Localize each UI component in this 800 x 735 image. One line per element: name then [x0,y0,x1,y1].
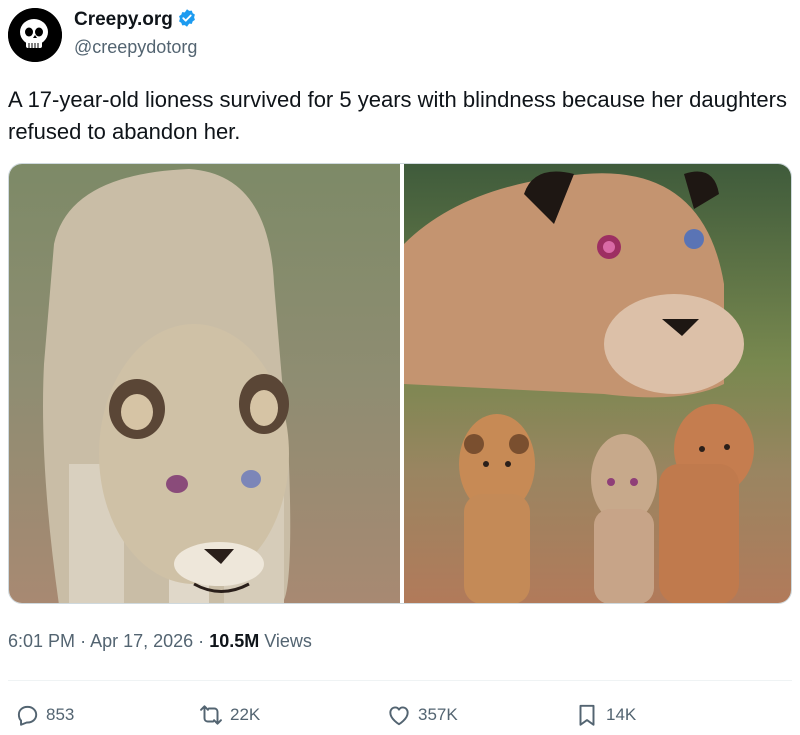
author-handle[interactable]: @creepydotorg [74,36,197,58]
repost-icon [200,705,222,725]
divider [8,680,792,681]
tweet-date[interactable]: Apr 17, 2026 [90,631,193,651]
repost-button[interactable]: 22K [198,700,260,730]
tweet-time[interactable]: 6:01 PM [8,631,75,651]
tweet-text: A 17-year-old lioness survived for 5 yea… [8,87,787,144]
reply-count: 853 [46,705,75,724]
bookmark-count: 14K [606,705,637,724]
like-button[interactable]: 357K [386,700,458,730]
lion-left [459,414,535,603]
author-name-row[interactable]: Creepy.org [74,8,197,31]
repost-count: 22K [230,705,261,724]
like-icon [389,706,409,726]
lion-middle [591,434,657,603]
like-count: 357K [418,705,458,724]
skull-icon [8,8,62,62]
verified-badge-icon [178,9,195,27]
meta-separator: · [198,631,205,651]
views-label: Views [264,631,312,651]
avatar[interactable] [8,8,62,62]
bookmark-button[interactable]: 14K [574,700,636,730]
tweet-meta: 6:01 PM · Apr 17, 2026 · 10.5M Views [8,628,312,654]
lioness-closeup-photo[interactable] [9,164,400,603]
reply-icon [17,705,38,726]
author-display-name[interactable]: Creepy.org [74,9,173,30]
tweet-media[interactable] [8,163,792,604]
reply-button[interactable]: 853 [14,700,74,730]
views-count: 10.5M [209,631,260,651]
lioness-face-and-three-lions-photo[interactable] [404,164,791,603]
meta-separator: · [80,631,87,651]
bookmark-icon [579,704,595,726]
